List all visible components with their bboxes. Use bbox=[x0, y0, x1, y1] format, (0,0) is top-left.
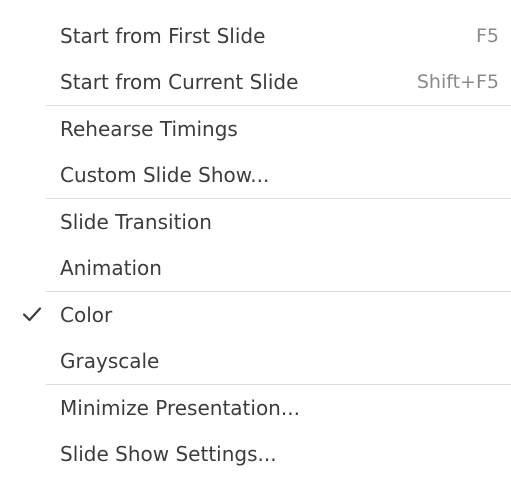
menu-item-rehearse-timings[interactable]: Rehearse Timings bbox=[0, 106, 511, 152]
menu-item-label: Minimize Presentation... bbox=[60, 396, 300, 420]
menu-item-label: Grayscale bbox=[60, 349, 160, 373]
menu-item-color[interactable]: Color bbox=[0, 292, 511, 338]
menu-item-label: Animation bbox=[60, 256, 162, 280]
menu-item-shortcut: Shift+F5 bbox=[416, 71, 499, 93]
menu-item-slide-transition[interactable]: Slide Transition bbox=[0, 199, 511, 245]
check-icon bbox=[20, 292, 46, 338]
menu-item-label: Slide Transition bbox=[60, 210, 212, 234]
menu-item-custom-slide-show[interactable]: Custom Slide Show... bbox=[0, 152, 511, 198]
menu-item-label: Color bbox=[60, 303, 113, 327]
slide-show-menu: Start from First Slide F5 Start from Cur… bbox=[0, 0, 511, 476]
menu-item-label: Start from First Slide bbox=[60, 24, 266, 48]
menu-item-label: Start from Current Slide bbox=[60, 70, 299, 94]
menu-item-label: Rehearse Timings bbox=[60, 117, 238, 141]
menu-item-label: Custom Slide Show... bbox=[60, 163, 270, 187]
menu-item-label: Slide Show Settings... bbox=[60, 442, 277, 466]
menu-item-start-from-current-slide[interactable]: Start from Current Slide Shift+F5 bbox=[0, 59, 511, 105]
menu-item-start-from-first-slide[interactable]: Start from First Slide F5 bbox=[0, 13, 511, 59]
menu-item-minimize-presentation[interactable]: Minimize Presentation... bbox=[0, 385, 511, 431]
menu-item-animation[interactable]: Animation bbox=[0, 245, 511, 291]
menu-item-grayscale[interactable]: Grayscale bbox=[0, 338, 511, 384]
menu-item-shortcut: F5 bbox=[475, 25, 499, 47]
menu-item-slide-show-settings[interactable]: Slide Show Settings... bbox=[0, 431, 511, 477]
